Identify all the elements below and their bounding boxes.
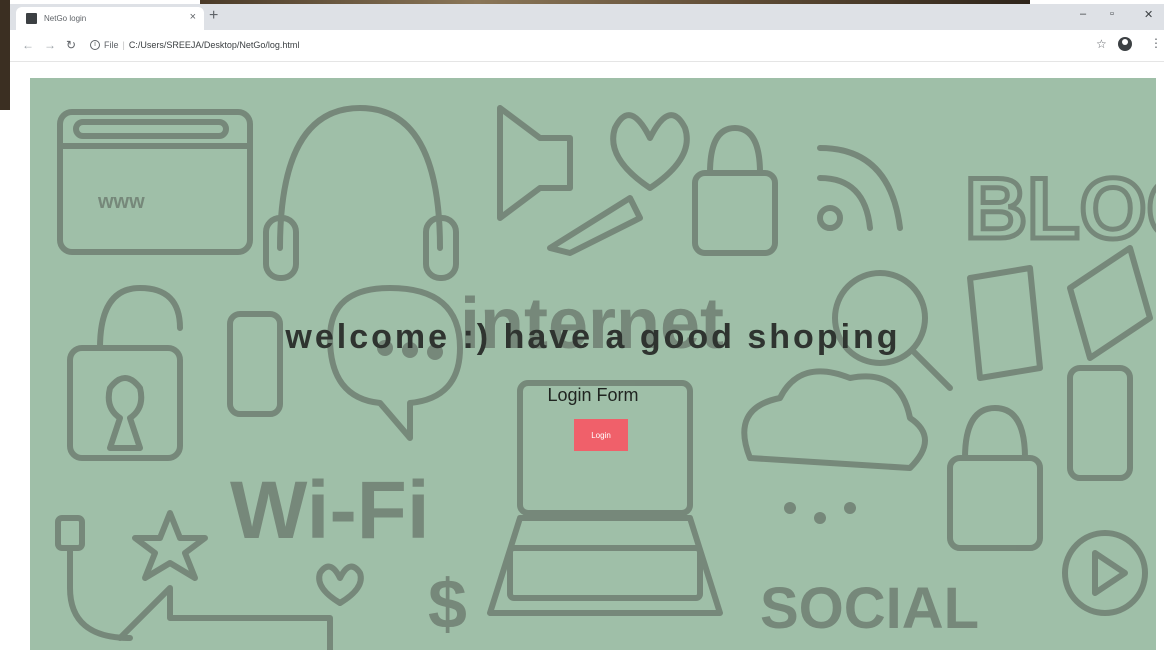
close-icon[interactable]: × [190,11,196,23]
favicon-icon [26,13,37,24]
close-window-icon[interactable]: ✕ [1144,8,1153,21]
address-scheme-chip: File [104,40,119,50]
tab-title: NetGo login [44,14,87,23]
browser-toolbar: ← → ↻ i File | C:/Users/SREEJA/Desktop/N… [10,30,1164,62]
address-separator: | [122,40,125,50]
page-title: welcome :) have a good shoping [285,318,901,356]
page-viewport: www BLOG internet Wi-Fi SOCIAL $ welcome… [30,78,1156,650]
login-content: welcome :) have a good shoping Login For… [30,78,1156,650]
back-icon[interactable]: ← [22,38,34,52]
profile-icon[interactable] [1118,37,1132,51]
tab-active[interactable]: NetGo login × [16,7,204,30]
form-title: Login Form [547,385,639,405]
forward-icon[interactable]: → [44,38,56,52]
url-text[interactable]: C:/Users/SREEJA/Desktop/NetGo/log.html [129,40,300,50]
star-icon[interactable]: ☆ [1096,37,1107,51]
login-button[interactable]: Login [574,419,628,451]
browser-window: NetGo login × + – ▫ ✕ ← → ↻ i File | C:/… [10,4,1164,662]
tab-strip: NetGo login × + – ▫ ✕ [10,4,1164,30]
info-icon[interactable]: i [90,40,100,50]
desktop-background [0,0,10,110]
maximize-icon[interactable]: ▫ [1110,8,1114,20]
new-tab-icon[interactable]: + [209,7,218,25]
menu-icon[interactable]: ⋮ [1150,36,1162,50]
minimize-icon[interactable]: – [1080,8,1086,20]
address-bar[interactable]: i File | C:/Users/SREEJA/Desktop/NetGo/l… [90,35,1090,55]
reload-icon[interactable]: ↻ [66,38,76,52]
